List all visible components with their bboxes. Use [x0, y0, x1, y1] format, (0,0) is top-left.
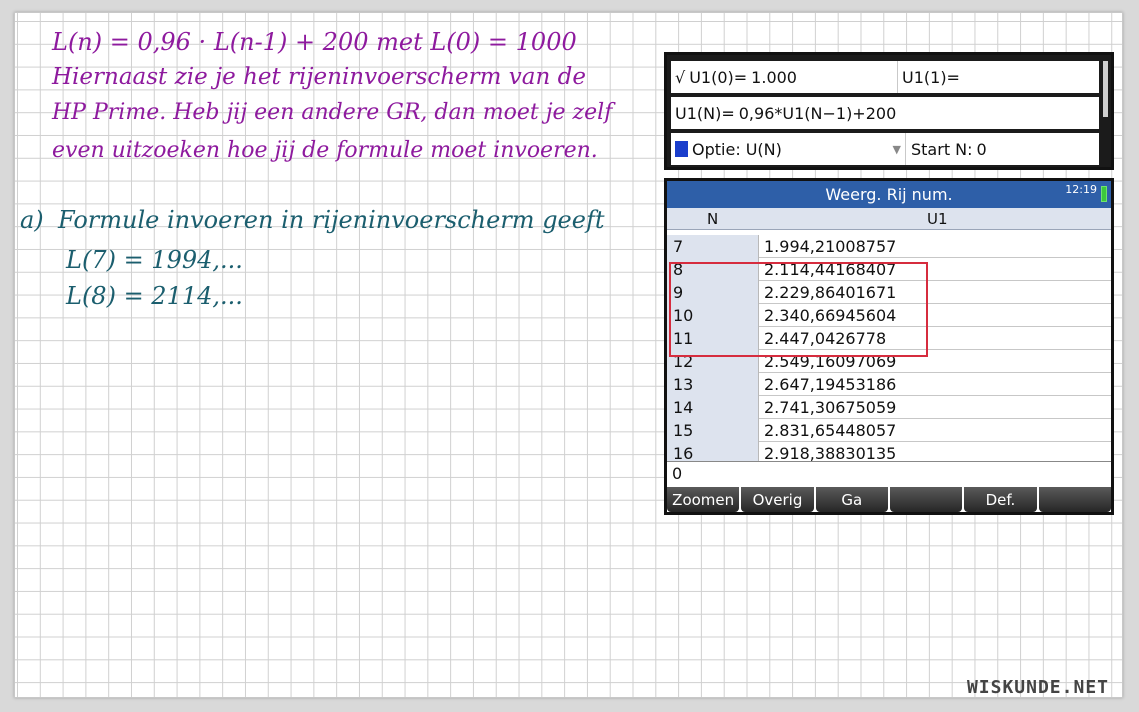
menu-key-zoomen[interactable]: Zoomen	[667, 487, 740, 512]
row-value[interactable]: 1.994,21008757	[764, 235, 896, 258]
row-value[interactable]: 2.831,65448057	[764, 419, 896, 442]
row-index: 16	[667, 442, 759, 461]
sequence-input-screen: √ U1(0)= 1.000 U1(1)= U1(N)= 0,96*U1(N−1…	[664, 52, 1114, 170]
table-row[interactable]: 15 2.831,65448057	[667, 419, 1111, 442]
options-row: Optie: U(N) ▼ Start N: 0	[671, 133, 1099, 165]
row-value[interactable]: 2.741,30675059	[764, 396, 896, 419]
scrollbar[interactable]	[1103, 61, 1108, 117]
u0-label: U1(0)=	[689, 67, 748, 87]
initial-values-row: √ U1(0)= 1.000 U1(1)=	[671, 61, 1099, 93]
note-line-3: HP Prime. Heb jij een andere GR, dan moe…	[52, 100, 613, 125]
row-value[interactable]: 2.647,19453186	[764, 373, 896, 396]
table-row[interactable]: 13 2.647,19453186	[667, 373, 1111, 396]
highlight-box	[669, 262, 928, 357]
part-a-text: Formule invoeren in rijeninvoerscherm ge…	[58, 206, 605, 234]
row-index: 14	[667, 396, 759, 419]
formula-value[interactable]: 0,96*U1(N−1)+200	[739, 104, 897, 123]
soft-menu-bar: Zoomen Overig Ga Def.	[667, 487, 1111, 512]
part-a-label: a)	[20, 206, 44, 234]
row-index: 7	[667, 235, 759, 258]
battery-icon	[1101, 186, 1107, 202]
command-line[interactable]: 0	[667, 461, 1111, 487]
menu-key-empty[interactable]	[1038, 487, 1111, 512]
option-label: Optie:	[692, 139, 741, 159]
enable-checkbox[interactable]	[675, 141, 688, 157]
table-row[interactable]: 16 2.918,38830135	[667, 442, 1111, 461]
dropdown-arrow-icon[interactable]: ▼	[893, 143, 901, 156]
sequence-numeric-view: Weerg. Rij num. 12:19 N U1 7 1.994,210087…	[664, 178, 1114, 515]
view-title: Weerg. Rij num.	[667, 181, 1111, 208]
clock: 12:19	[1065, 183, 1097, 196]
formula-row[interactable]: U1(N)= 0,96*U1(N−1)+200	[671, 97, 1099, 129]
start-label: Start N:	[911, 139, 973, 159]
table-row[interactable]: 14 2.741,30675059	[667, 396, 1111, 419]
menu-key-overig[interactable]: Overig	[741, 487, 814, 512]
table-header: N U1	[667, 208, 1111, 230]
column-header-u1[interactable]: U1	[927, 210, 948, 228]
start-value[interactable]: 0	[977, 140, 987, 159]
row-index: 15	[667, 419, 759, 442]
result-l7: L(7) = 1994,...	[66, 246, 243, 274]
row-value[interactable]: 2.918,38830135	[764, 442, 896, 461]
formula-label: U1(N)=	[675, 103, 735, 123]
menu-key-ga[interactable]: Ga	[815, 487, 888, 512]
table-row[interactable]: 7 1.994,21008757	[667, 235, 1111, 258]
menu-key-def[interactable]: Def.	[964, 487, 1037, 512]
option-value[interactable]: U(N)	[746, 140, 782, 159]
result-l8: L(8) = 2114,...	[66, 282, 243, 310]
recurrence-formula: L(n) = 0,96 · L(n-1) + 200 met L(0) = 10…	[52, 28, 577, 56]
menu-key-empty[interactable]	[889, 487, 963, 512]
note-line-2: Hiernaast zie je het rijeninvoerscherm v…	[52, 64, 586, 90]
brand-logo: WISKUNDE.NET	[966, 677, 1109, 698]
column-header-n[interactable]: N	[707, 210, 718, 228]
check-icon: √	[675, 67, 686, 87]
row-index: 13	[667, 373, 759, 396]
u1-label: U1(1)=	[902, 67, 960, 87]
u0-value[interactable]: 1.000	[751, 68, 797, 87]
note-line-4: even uitzoeken hoe jij de formule moet i…	[52, 138, 598, 163]
